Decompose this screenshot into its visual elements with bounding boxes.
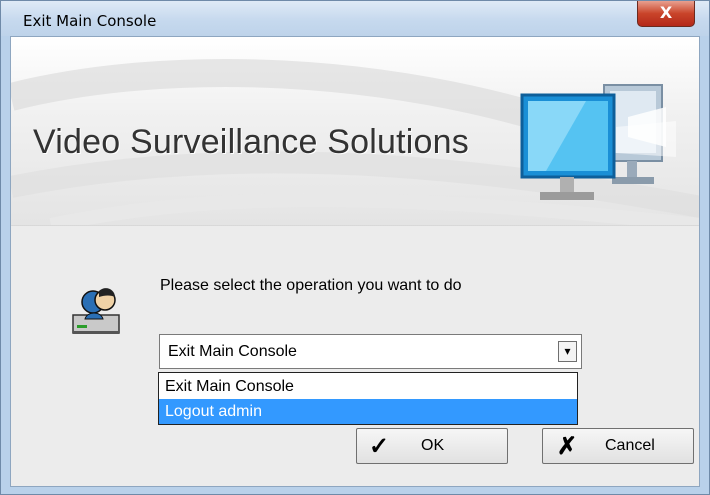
banner-separator — [11, 225, 699, 227]
operation-select[interactable]: Exit Main Console ▾ — [159, 334, 582, 369]
ok-button[interactable]: ✓ OK — [356, 428, 508, 464]
operation-dropdown-list: Exit Main Console Logout admin — [158, 372, 578, 425]
window-title: Exit Main Console — [23, 12, 157, 30]
user-computer-icon — [72, 288, 120, 334]
x-icon: ✗ — [557, 433, 578, 460]
option-exit-main-console[interactable]: Exit Main Console — [159, 374, 577, 399]
option-logout-admin[interactable]: Logout admin — [159, 399, 577, 424]
monitors-logo-icon — [520, 84, 676, 200]
exit-dialog-window: Exit Main Console X Video Surveillance S… — [0, 0, 710, 495]
ok-label: OK — [421, 437, 445, 454]
operation-select-value: Exit Main Console — [168, 343, 297, 360]
dialog-client-area: Video Surveillance Solutions Please sele… — [10, 36, 700, 487]
operation-prompt: Please select the operation you want to … — [160, 277, 462, 294]
check-icon: ✓ — [369, 433, 390, 460]
banner: Video Surveillance Solutions — [11, 37, 699, 225]
banner-title: Video Surveillance Solutions — [33, 123, 469, 161]
cancel-label: Cancel — [605, 437, 655, 454]
title-bar[interactable]: Exit Main Console X — [1, 1, 709, 36]
dropdown-arrow-icon[interactable]: ▾ — [558, 341, 577, 362]
close-button[interactable]: X — [637, 1, 695, 27]
cancel-button[interactable]: ✗ Cancel — [542, 428, 694, 464]
